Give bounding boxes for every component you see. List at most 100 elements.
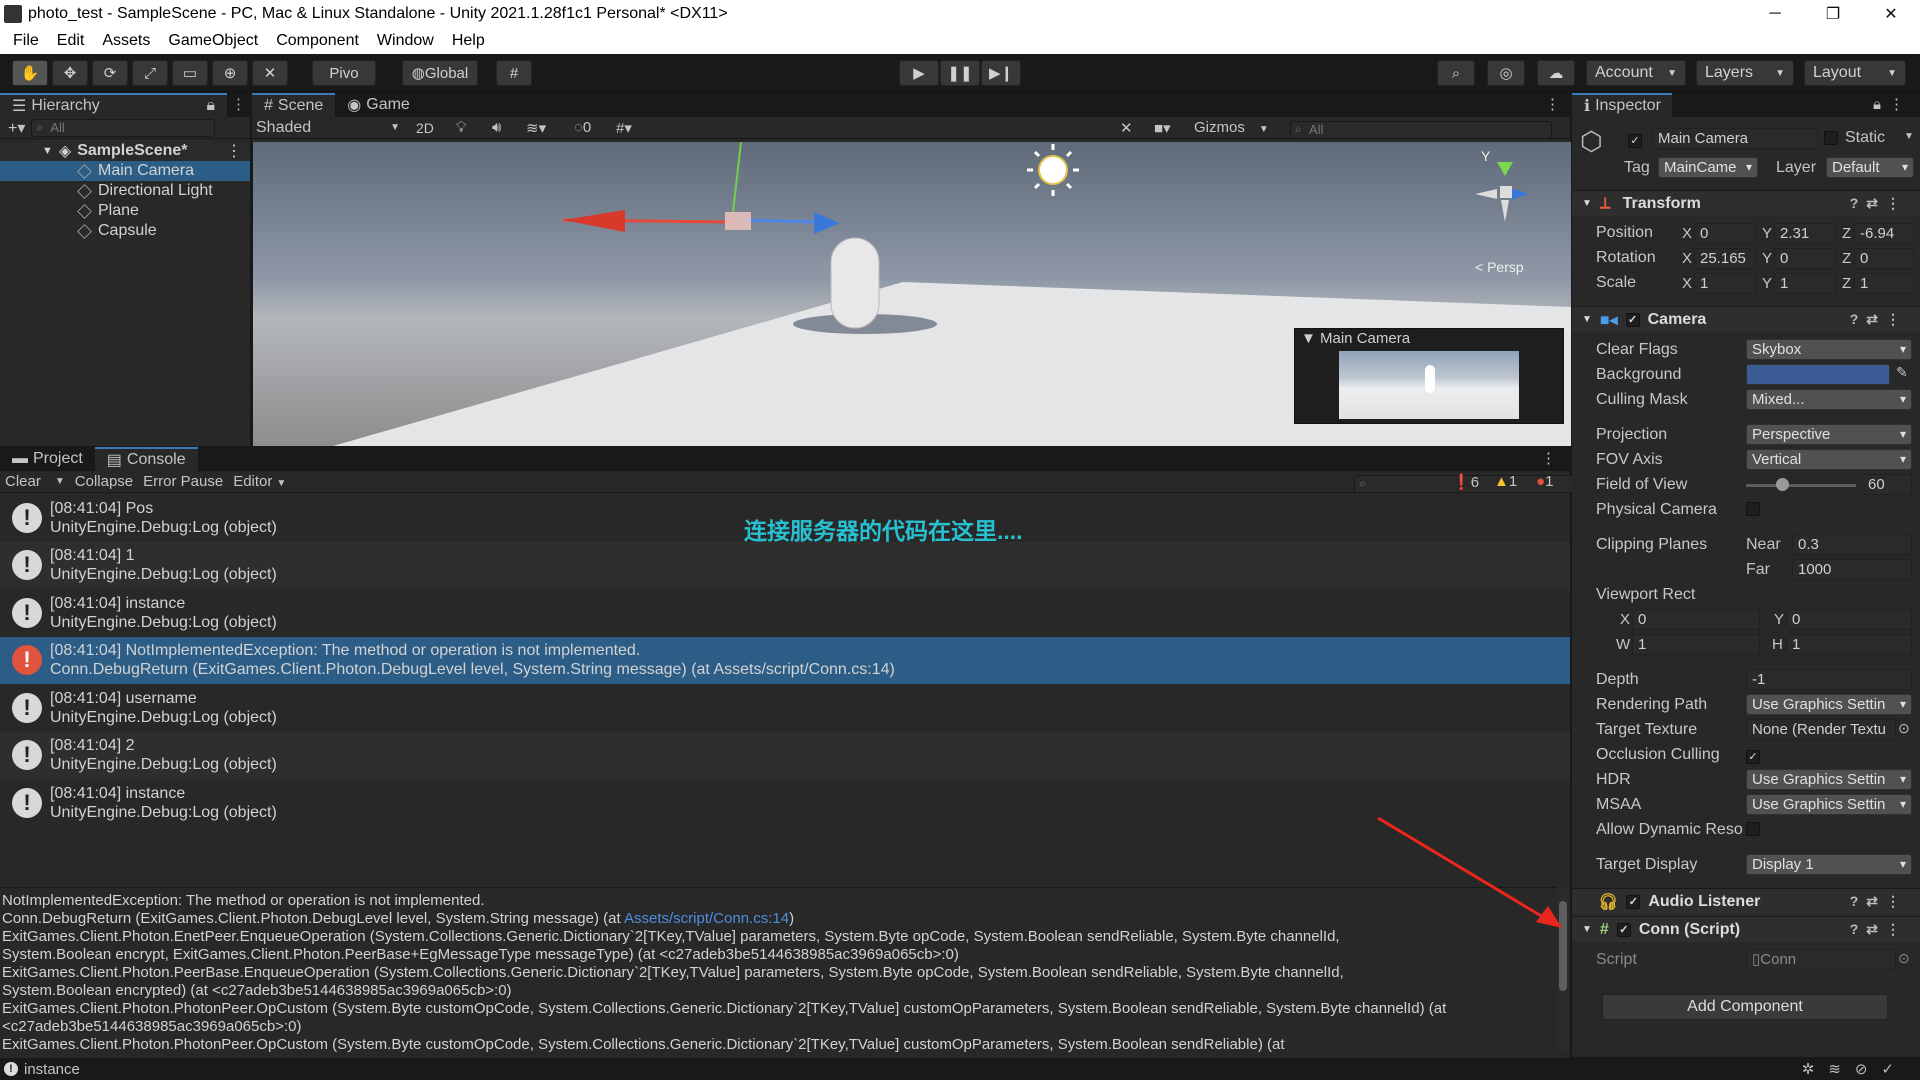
sun-icon[interactable] [1038, 155, 1068, 185]
shading-mode-dropdown[interactable]: Shaded ▼ [256, 119, 404, 137]
rendering-path-dropdown[interactable]: Use Graphics Settin [1746, 694, 1912, 715]
active-checkbox[interactable]: ✓ [1628, 131, 1642, 148]
tab-hierarchy[interactable]: ☰ Hierarchy 🔒︎ [0, 93, 227, 117]
gizmo-z-axis[interactable] [742, 218, 816, 224]
conn-script-checkbox[interactable]: ✓ [1616, 922, 1631, 937]
scale-y-input[interactable]: 1 [1774, 273, 1836, 294]
scene-search-input[interactable]: All [1290, 120, 1552, 139]
msaa-dropdown[interactable]: Use Graphics Settin [1746, 794, 1912, 815]
status-message[interactable]: instance [24, 1061, 80, 1078]
grid-toggle-icon[interactable]: #▾ [616, 119, 632, 137]
more-options-icon[interactable]: ⋮ [1541, 449, 1556, 467]
tab-console[interactable]: ▤ Console [94, 447, 198, 471]
dynamic-resolution-checkbox[interactable] [1746, 822, 1760, 840]
object-name-input[interactable]: Main Camera [1652, 128, 1818, 149]
error-count-toggle[interactable]: ●1 [1536, 473, 1553, 490]
rotation-y-input[interactable]: 0 [1774, 248, 1836, 269]
component-header-icons[interactable]: ?⇄⋮ [1850, 195, 1908, 212]
target-texture-field[interactable]: None (Render Textu [1746, 719, 1896, 740]
global-toggle[interactable]: ◍ Global [402, 60, 478, 86]
2d-toggle[interactable]: 2D [416, 120, 434, 136]
viewport-h-input[interactable]: 1 [1786, 634, 1912, 655]
tab-game[interactable]: ◉ Game [335, 93, 422, 117]
rect-tool-icon[interactable]: ▭ [172, 60, 208, 86]
more-options-icon[interactable]: ⋮ [226, 141, 242, 161]
object-picker-icon[interactable]: ⊙ [1898, 720, 1910, 737]
position-y-input[interactable]: 2.31 [1774, 223, 1836, 244]
console-entry[interactable]: ! [08:41:04] NotImplementedException: The… [0, 636, 1570, 684]
hand-tool-icon[interactable]: ✋ [12, 60, 48, 86]
fov-axis-dropdown[interactable]: Vertical [1746, 449, 1912, 470]
chevron-down-icon[interactable]: ▼ [1582, 198, 1592, 209]
collab-icon[interactable]: ◎ [1487, 60, 1525, 86]
scale-tool-icon[interactable]: ⤢ [132, 60, 168, 86]
step-button[interactable]: ▶❙ [981, 60, 1021, 86]
chevron-down-icon[interactable]: ▼ [1582, 314, 1592, 325]
rotation-z-input[interactable]: 0 [1854, 248, 1914, 269]
console-entry[interactable]: ! [08:41:04] username UnityEngine.Debug:Lo… [0, 684, 1570, 731]
tools-icon[interactable]: ✕ [1120, 119, 1133, 137]
depth-input[interactable]: -1 [1746, 669, 1912, 690]
log-count-toggle[interactable]: ❗6 [1452, 473, 1479, 491]
menu-edit[interactable]: Edit [57, 32, 85, 50]
audio-listener-checkbox[interactable]: ✓ [1626, 894, 1641, 909]
pivot-toggle[interactable]: Pivo [312, 60, 376, 86]
hierarchy-item-directional-light[interactable]: Directional Light [0, 181, 250, 201]
hierarchy-item-main-camera[interactable]: Main Camera [0, 161, 250, 181]
layout-dropdown[interactable]: Layout ▼ [1804, 60, 1906, 86]
move-tool-icon[interactable]: ✥ [52, 60, 88, 86]
viewport-x-input[interactable]: 0 [1632, 609, 1760, 630]
position-x-input[interactable]: 0 [1694, 223, 1756, 244]
console-entry[interactable]: ! [08:41:04] 1 UnityEngine.Debug:Log (obje… [0, 541, 1570, 589]
chevron-down-icon[interactable]: ▼ [42, 145, 53, 157]
scene-viewport[interactable]: < Persp Y ▼ Main Camera [253, 142, 1571, 446]
add-component-button[interactable]: Add Component [1602, 994, 1888, 1020]
close-button[interactable]: ✕ [1862, 0, 1920, 28]
lock-icon[interactable]: 🔒︎ [206, 97, 215, 115]
hierarchy-search-input[interactable]: All [31, 118, 216, 137]
physical-camera-checkbox[interactable] [1746, 502, 1760, 520]
warning-count-toggle[interactable]: ▲1 [1494, 473, 1517, 490]
clear-button[interactable]: Clear [5, 473, 41, 490]
position-z-input[interactable]: -6.94 [1854, 223, 1914, 244]
orientation-gizmo[interactable] [1475, 162, 1529, 222]
snap-grid-icon[interactable]: # [496, 60, 532, 86]
console-entry[interactable]: ! [08:41:04] instance UnityEngine.Debug:Lo… [0, 589, 1570, 636]
tag-dropdown[interactable]: MainCame [1658, 157, 1758, 178]
scale-z-input[interactable]: 1 [1854, 273, 1914, 294]
maximize-button[interactable]: ❐ [1804, 0, 1862, 28]
perspective-label[interactable]: < Persp [1475, 259, 1524, 275]
audio-listener-header[interactable]: 🎧︎ ✓ Audio Listener ?⇄⋮ [1572, 888, 1920, 914]
transform-header[interactable]: ▼ ⟂ Transform ?⇄⋮ [1572, 190, 1920, 216]
fov-input[interactable]: 60 [1862, 474, 1912, 495]
pause-button[interactable]: ❚❚ [940, 60, 980, 86]
gizmos-dropdown[interactable]: Gizmos ▼ [1194, 119, 1284, 136]
near-input[interactable]: 0.3 [1792, 534, 1912, 555]
audio-toggle-icon[interactable]: 🔊︎ [492, 119, 501, 136]
viewport-y-input[interactable]: 0 [1786, 609, 1912, 630]
cloud-icon[interactable]: ☁ [1537, 60, 1575, 86]
conn-script-header[interactable]: ▼ # ✓ Conn (Script) ?⇄⋮ [1572, 916, 1920, 942]
camera-enabled-checkbox[interactable]: ✓ [1625, 312, 1640, 327]
component-header-icons[interactable]: ?⇄⋮ [1850, 311, 1908, 328]
gizmo-x-arrow[interactable] [563, 210, 625, 232]
clear-dropdown-icon[interactable]: ▼ [55, 476, 65, 487]
scene-row[interactable]: ▼ ◈ SampleScene* ⋮ [0, 141, 250, 161]
minimize-button[interactable]: ─ [1746, 0, 1804, 28]
chevron-down-icon[interactable]: ▼ [1582, 924, 1592, 935]
hdr-dropdown[interactable]: Use Graphics Settin [1746, 769, 1912, 790]
more-options-icon[interactable]: ⋮ [227, 95, 250, 117]
search-icon[interactable]: ⌕ [1437, 60, 1475, 86]
menu-gameobject[interactable]: GameObject [168, 32, 258, 50]
fov-slider-track[interactable] [1746, 484, 1856, 487]
tab-scene[interactable]: # Scene [252, 93, 336, 117]
lock-icon[interactable]: 🔒︎⋮ [1873, 95, 1912, 113]
occlusion-culling-checkbox[interactable]: ✓ [1746, 747, 1760, 764]
projection-dropdown[interactable]: Perspective [1746, 424, 1912, 445]
hierarchy-item-capsule[interactable]: Capsule [0, 221, 250, 241]
chevron-down-icon[interactable]: ▼ [1904, 131, 1914, 142]
rotation-x-input[interactable]: 25.165 [1694, 248, 1756, 269]
error-pause-toggle[interactable]: Error Pause [143, 473, 223, 490]
target-display-dropdown[interactable]: Display 1 [1746, 854, 1912, 875]
background-color-swatch[interactable] [1746, 364, 1890, 385]
